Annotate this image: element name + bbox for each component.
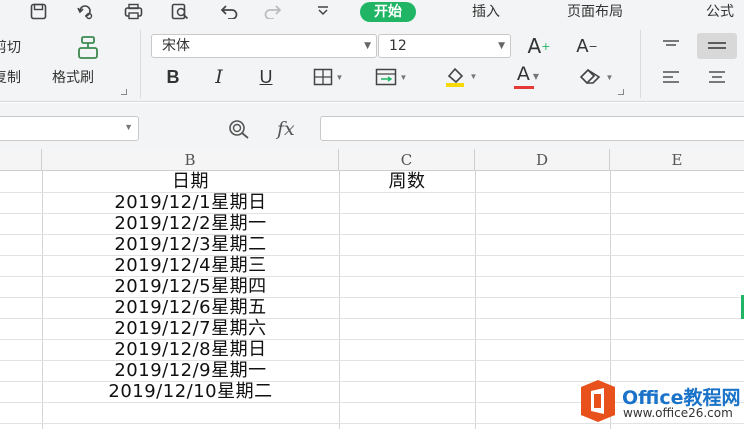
column-header-c[interactable]: C xyxy=(339,149,475,171)
font-dialog-launcher-icon[interactable] xyxy=(618,89,624,95)
print-icon[interactable] xyxy=(120,1,146,21)
decrease-font-size-button[interactable]: A − xyxy=(572,34,602,58)
cell-b-header[interactable]: 日期 xyxy=(42,171,339,192)
cut-button[interactable]: 剪切 xyxy=(0,37,21,57)
increase-font-glyph: A xyxy=(527,34,542,58)
formula-input[interactable] xyxy=(320,116,744,141)
increase-font-size-button[interactable]: A + xyxy=(524,34,554,58)
fill-color-button[interactable]: ▼ xyxy=(434,62,486,90)
align-center-button[interactable] xyxy=(702,64,732,90)
bold-button[interactable]: B xyxy=(160,64,186,90)
date-cell[interactable]: 2019/12/6星期五 xyxy=(42,297,339,318)
font-size-select[interactable]: 12 ▼ xyxy=(378,34,511,58)
merge-cells-button[interactable]: ▼ xyxy=(364,64,418,90)
chevron-down-icon: ▼ xyxy=(605,72,614,82)
formula-bar: ▼ fx xyxy=(0,103,744,149)
zoom-search-icon[interactable] xyxy=(225,116,257,141)
fill-bucket-icon xyxy=(445,67,464,87)
bold-glyph: B xyxy=(166,66,180,87)
align-left-button[interactable] xyxy=(656,64,686,90)
underline-button[interactable]: U xyxy=(253,64,279,90)
font-name-value: 宋体 xyxy=(162,38,190,54)
date-cell[interactable]: 2019/12/2星期一 xyxy=(42,213,339,234)
font-color-glyph: A xyxy=(516,63,530,85)
borders-button[interactable]: ▼ xyxy=(302,64,354,90)
date-cell[interactable]: 2019/12/5星期四 xyxy=(42,276,339,297)
date-cell[interactable]: 2019/12/4星期三 xyxy=(42,255,339,276)
quick-access-toolbar: 开始 插入 页面布局 公式 xyxy=(0,0,744,24)
chevron-down-icon: ▼ xyxy=(498,41,505,51)
chevron-down-icon: ▼ xyxy=(532,71,540,81)
redo-icon[interactable] xyxy=(260,1,286,21)
decrease-font-glyph: A xyxy=(576,35,589,57)
merge-cells-icon xyxy=(375,68,396,86)
column-header-a[interactable] xyxy=(0,149,42,171)
align-top-button[interactable] xyxy=(656,34,686,58)
column-header-e[interactable]: E xyxy=(610,149,744,171)
font-color-button[interactable]: A ▼ xyxy=(503,62,553,90)
watermark-url: www.office26.com xyxy=(623,406,733,420)
italic-button[interactable]: I xyxy=(206,64,232,90)
borders-icon xyxy=(313,68,332,86)
align-center-icon xyxy=(709,71,725,83)
column-headers: B C D E xyxy=(0,149,744,171)
cell-c-header[interactable]: 周数 xyxy=(339,171,475,192)
ribbon: 剪切 复制 格式刷 宋体 ▼ 12 ▼ A+ A− B I U ▼ ▼ ▼ xyxy=(0,24,744,102)
chevron-down-icon: ▼ xyxy=(469,71,478,81)
font-color-swatch xyxy=(513,86,534,89)
gridline xyxy=(339,171,340,429)
date-cell[interactable]: 2019/12/8星期日 xyxy=(42,339,339,360)
watermark: Office教程网 www.office26.com xyxy=(578,378,744,424)
font-name-select[interactable]: 宋体 ▼ xyxy=(151,34,377,58)
chevron-down-icon: ▼ xyxy=(399,72,408,82)
undo-icon[interactable] xyxy=(216,1,242,21)
column-header-b[interactable]: B xyxy=(42,149,339,171)
tab-insert[interactable]: 插入 xyxy=(472,2,500,22)
date-cell[interactable]: 2019/12/9星期一 xyxy=(42,360,339,381)
eraser-icon xyxy=(579,68,600,85)
underline-glyph: U xyxy=(259,66,273,87)
column-header-d[interactable]: D xyxy=(475,149,610,171)
clear-format-button[interactable]: ▼ xyxy=(570,64,622,90)
italic-glyph: I xyxy=(215,66,223,88)
name-box[interactable]: ▼ xyxy=(0,116,139,141)
chevron-down-icon: ▼ xyxy=(335,72,344,82)
align-middle-icon xyxy=(708,42,726,49)
customize-dropdown-icon[interactable] xyxy=(310,1,336,21)
print-preview-icon[interactable] xyxy=(167,1,193,21)
font-size-value: 12 xyxy=(389,38,407,54)
date-cell[interactable]: 2019/12/10星期二 xyxy=(42,381,339,402)
clipboard-dialog-launcher-icon[interactable] xyxy=(121,89,127,95)
chevron-down-icon: ▼ xyxy=(124,122,133,132)
separator xyxy=(640,30,641,98)
undo-history-icon[interactable] xyxy=(73,1,99,21)
tab-home[interactable]: 开始 xyxy=(360,2,416,22)
copy-button[interactable]: 复制 xyxy=(0,67,21,87)
tab-formulas[interactable]: 公式 xyxy=(706,2,734,22)
gridline xyxy=(475,171,476,429)
separator xyxy=(140,30,141,98)
chevron-down-icon: ▼ xyxy=(364,41,371,51)
align-left-icon xyxy=(663,71,679,83)
date-cell[interactable]: 2019/12/3星期二 xyxy=(42,234,339,255)
align-middle-button[interactable] xyxy=(697,33,737,59)
office-logo-icon xyxy=(581,380,615,422)
save-icon[interactable] xyxy=(25,1,51,21)
date-cell[interactable]: 2019/12/1星期日 xyxy=(42,192,339,213)
tab-page-layout[interactable]: 页面布局 xyxy=(567,2,623,22)
insert-function-button[interactable]: fx xyxy=(277,118,295,140)
format-painter-button[interactable]: 格式刷 xyxy=(52,67,94,87)
date-cell[interactable]: 2019/12/7星期六 xyxy=(42,318,339,339)
format-painter-icon[interactable] xyxy=(68,34,108,62)
align-top-icon xyxy=(663,40,679,46)
